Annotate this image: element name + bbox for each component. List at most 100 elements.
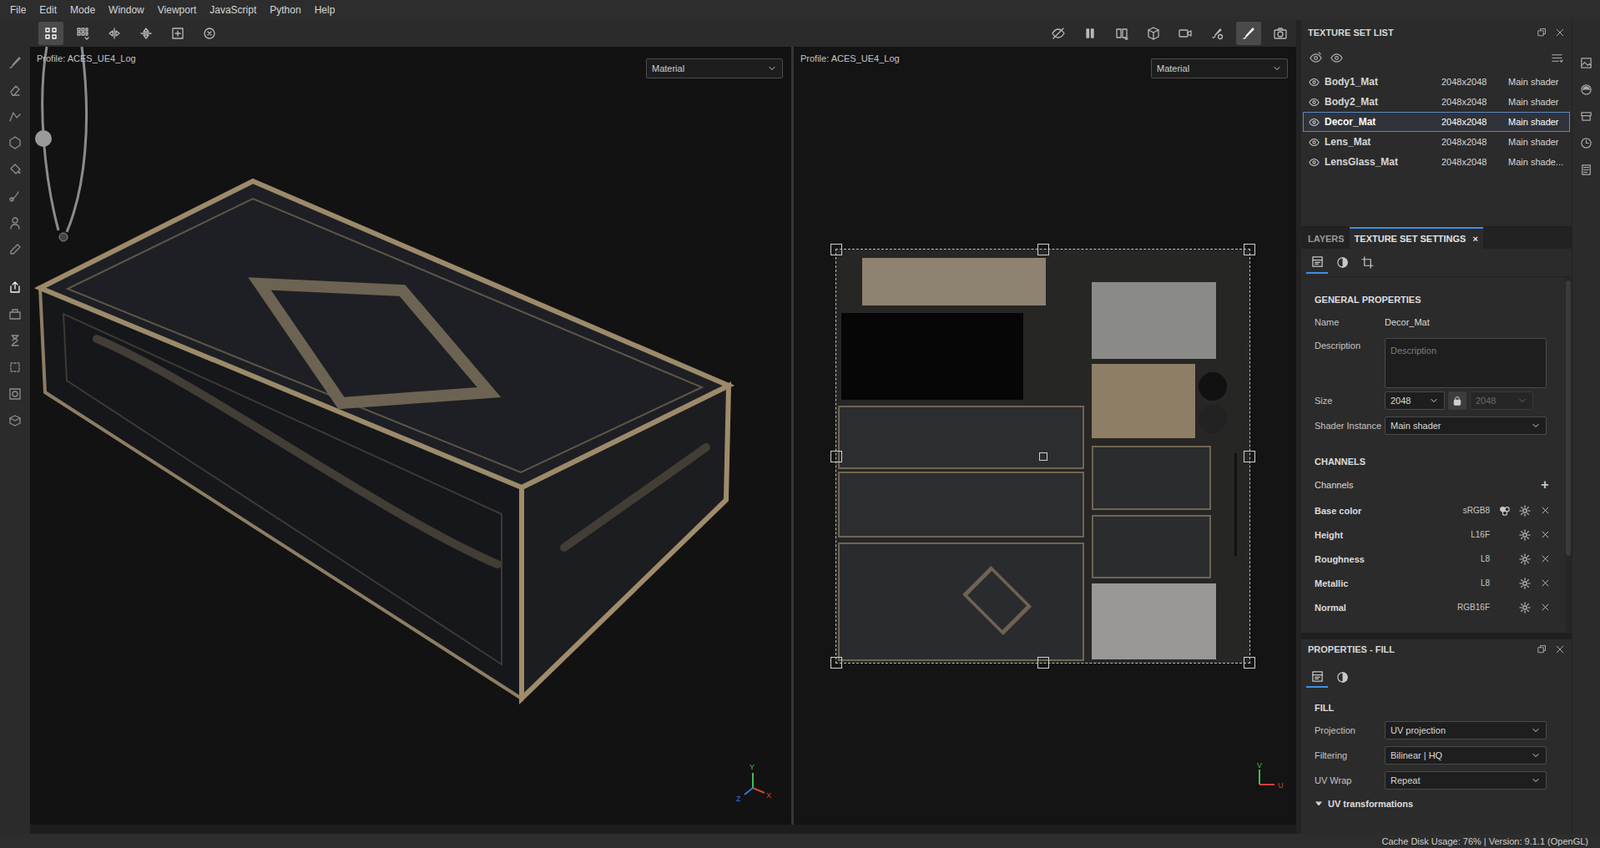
- texture-set-row[interactable]: Body2_Mat2048x2048Main shader: [1302, 91, 1570, 112]
- tool-button[interactable]: [2, 236, 28, 263]
- remove-channel-button[interactable]: [1534, 502, 1555, 520]
- shader-dropdown[interactable]: Main shader: [1384, 416, 1547, 435]
- eye-icon[interactable]: [1308, 136, 1320, 148]
- channel-settings-button[interactable]: [1514, 599, 1535, 616]
- tool-button[interactable]: [2, 380, 28, 408]
- tool-button[interactable]: [2, 49, 28, 76]
- eye-icon[interactable]: [1308, 96, 1320, 108]
- property-dropdown[interactable]: Repeat: [1384, 771, 1547, 790]
- menu-item[interactable]: JavaScript: [202, 4, 263, 16]
- dock-button[interactable]: [1574, 156, 1600, 183]
- mix-slot[interactable]: [1494, 502, 1515, 520]
- panel-tab[interactable]: LAYERS: [1302, 227, 1350, 249]
- transform-handle[interactable]: [1243, 656, 1256, 669]
- viewport-3d[interactable]: Profile: ACES_UE4_LogMaterialYZX: [30, 46, 792, 825]
- tool-button[interactable]: [2, 75, 28, 103]
- transform-handle[interactable]: [830, 656, 843, 669]
- transform-handle[interactable]: [830, 243, 843, 256]
- transform-handle[interactable]: [1243, 450, 1256, 463]
- transform-handle[interactable]: [1037, 243, 1050, 256]
- property-dropdown[interactable]: UV projection: [1384, 721, 1547, 740]
- subtab[interactable]: [1331, 666, 1353, 688]
- tool-button[interactable]: [2, 273, 28, 301]
- menu-item[interactable]: Edit: [32, 4, 64, 16]
- remove-channel-button[interactable]: [1534, 526, 1555, 544]
- dock-button[interactable]: [1574, 102, 1600, 130]
- tab-close[interactable]: ×: [1472, 233, 1478, 244]
- texture-set-row[interactable]: Lens_Mat2048x2048Main shader: [1302, 131, 1570, 152]
- lock-button[interactable]: [1448, 391, 1467, 410]
- remove-channel-button[interactable]: [1534, 575, 1555, 592]
- toolbar-button[interactable]: [1109, 21, 1135, 46]
- toolbar-button[interactable]: [1267, 21, 1293, 46]
- eye-icon[interactable]: [1308, 76, 1320, 88]
- remove-channel-button[interactable]: [1534, 550, 1555, 568]
- toolbar-button[interactable]: [1077, 21, 1103, 46]
- visibility-settings-icon[interactable]: [1309, 51, 1323, 65]
- menu-item[interactable]: Python: [262, 4, 308, 16]
- channel-settings-button[interactable]: [1514, 550, 1535, 568]
- toolbar-button[interactable]: [1236, 21, 1262, 46]
- toolbar-button[interactable]: [101, 21, 127, 46]
- float-icon[interactable]: [1536, 27, 1547, 38]
- viewport-2d[interactable]: Profile: ACES_UE4_LogMaterialVU: [793, 46, 1297, 825]
- eye-icon[interactable]: [1308, 116, 1320, 128]
- close-icon[interactable]: [1554, 27, 1565, 38]
- float-icon[interactable]: [1536, 644, 1547, 655]
- subtab[interactable]: [1331, 252, 1353, 274]
- eye-icon[interactable]: [1308, 156, 1320, 168]
- toolbar-button[interactable]: [1172, 21, 1198, 46]
- texture-set-row[interactable]: Decor_Mat2048x2048Main shader: [1302, 111, 1570, 132]
- tool-button[interactable]: [2, 182, 28, 210]
- add-channel-button[interactable]: +: [1534, 476, 1555, 494]
- channel-settings-button[interactable]: [1514, 575, 1535, 592]
- dock-button[interactable]: [1574, 75, 1600, 103]
- menu-item[interactable]: Help: [307, 4, 343, 16]
- tool-button[interactable]: [2, 353, 28, 381]
- subtab[interactable]: [1356, 252, 1378, 274]
- description-field[interactable]: [1384, 338, 1547, 389]
- list-menu-icon[interactable]: [1550, 51, 1564, 65]
- toolbar-button[interactable]: [38, 21, 64, 46]
- tool-button[interactable]: [2, 300, 28, 328]
- tool-button[interactable]: [2, 407, 28, 435]
- subtab[interactable]: [1306, 252, 1328, 274]
- toolbar-button[interactable]: [133, 21, 159, 46]
- toolbar-button[interactable]: [1204, 21, 1230, 46]
- dock-button[interactable]: [1574, 129, 1600, 157]
- transform-handle[interactable]: [1037, 656, 1050, 669]
- render-mode-dropdown[interactable]: Material: [1150, 58, 1288, 79]
- group-header[interactable]: UV transformations: [1314, 792, 1562, 815]
- menu-item[interactable]: File: [3, 4, 33, 16]
- menu-item[interactable]: Mode: [63, 4, 102, 16]
- visibility-icon[interactable]: [1330, 51, 1343, 65]
- transform-handle[interactable]: [830, 450, 843, 463]
- menu-item[interactable]: Viewport: [151, 4, 203, 16]
- menu-item[interactable]: Window: [101, 4, 152, 16]
- transform-handle[interactable]: [1243, 243, 1256, 256]
- scrollbar[interactable]: [1564, 277, 1572, 633]
- toolbar-button[interactable]: [1045, 21, 1071, 46]
- size-dropdown[interactable]: 2048: [1384, 391, 1445, 410]
- remove-channel-button[interactable]: [1534, 599, 1555, 616]
- tool-button[interactable]: [2, 327, 28, 354]
- close-icon[interactable]: [1554, 644, 1565, 655]
- texture-set-row[interactable]: Body1_Mat2048x2048Main shader: [1302, 71, 1570, 92]
- tool-button[interactable]: [2, 156, 28, 183]
- render-mode-dropdown[interactable]: Material: [646, 58, 783, 79]
- subtab[interactable]: [1306, 666, 1328, 688]
- transform-handle[interactable]: [1039, 452, 1048, 461]
- scrollbar-thumb[interactable]: [1565, 280, 1571, 556]
- property-dropdown[interactable]: Bilinear | HQ: [1384, 746, 1547, 765]
- toolbar-button[interactable]: [196, 21, 223, 46]
- dock-button[interactable]: [1574, 49, 1600, 76]
- tool-button[interactable]: [2, 209, 28, 237]
- channel-settings-button[interactable]: [1514, 502, 1535, 520]
- tool-button[interactable]: [2, 102, 28, 130]
- texture-set-row[interactable]: LensGlass_Mat2048x2048Main shade...: [1302, 151, 1570, 172]
- toolbar-button[interactable]: [70, 21, 96, 46]
- channel-settings-button[interactable]: [1514, 526, 1535, 544]
- toolbar-button[interactable]: [165, 21, 191, 46]
- panel-tab[interactable]: TEXTURE SET SETTINGS×: [1349, 227, 1484, 249]
- toolbar-button[interactable]: [1140, 21, 1166, 46]
